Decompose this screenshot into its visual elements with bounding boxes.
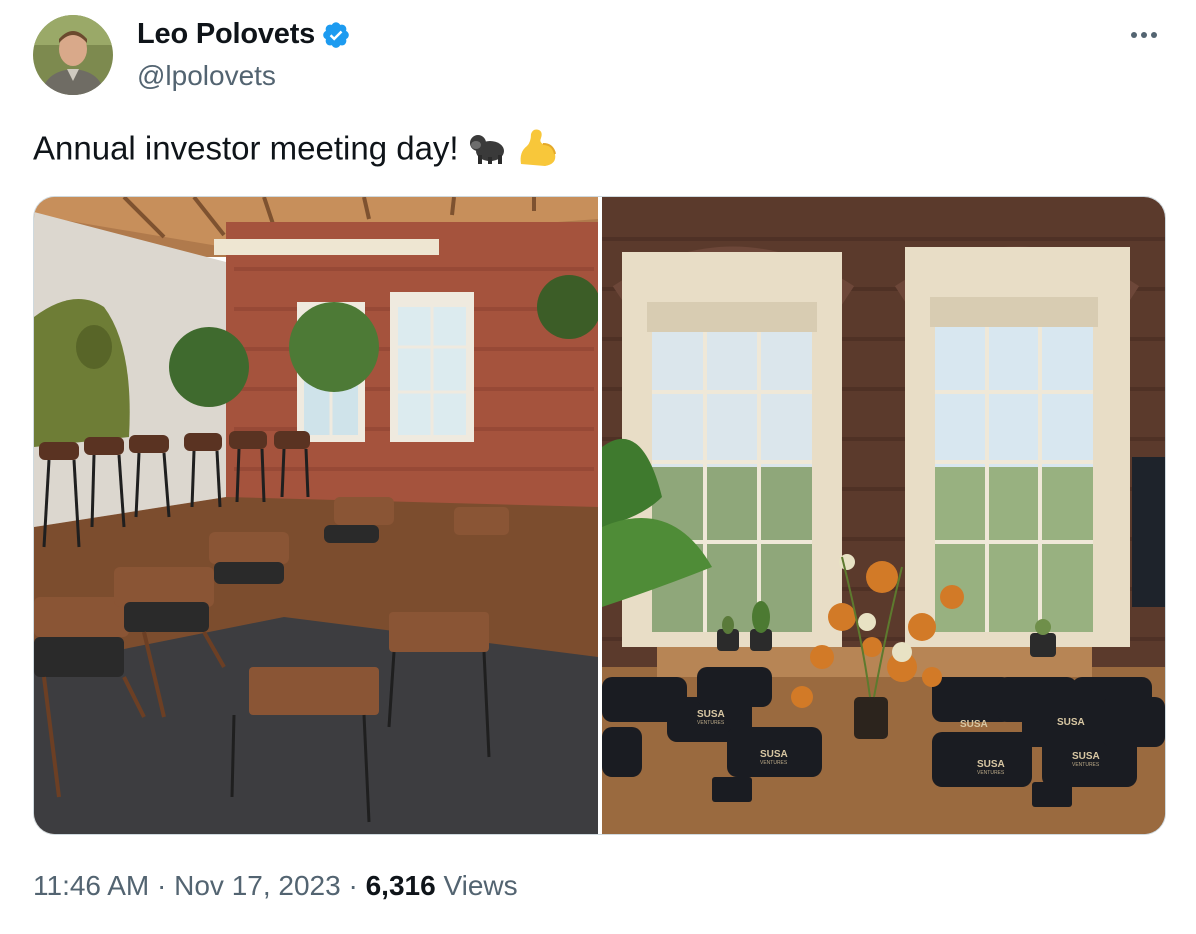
- tweet-text: Annual investor meeting day!: [33, 126, 559, 176]
- meta-separator: ·: [348, 870, 358, 901]
- bag-sublabel: VENTURES: [760, 760, 788, 766]
- bag-label: SUSA: [1072, 751, 1100, 762]
- bag-sublabel: VENTURES: [697, 720, 725, 726]
- bag-sublabel: VENTURES: [1072, 762, 1100, 768]
- views-label[interactable]: Views: [443, 870, 517, 901]
- gorilla-icon: [468, 129, 508, 173]
- bag-label: SUSA: [760, 749, 788, 760]
- tweet-body: Annual investor meeting day!: [33, 129, 459, 167]
- media-grid: SUSA SUSA SUSA SUSA SUSA SUSA VENTURES V…: [33, 196, 1166, 835]
- bag-label: SUSA: [697, 709, 725, 720]
- swag-table-photo[interactable]: SUSA SUSA SUSA SUSA SUSA SUSA VENTURES V…: [602, 197, 1165, 834]
- avatar[interactable]: [33, 15, 113, 95]
- verified-badge-icon[interactable]: [321, 20, 351, 50]
- meta-separator: ·: [157, 870, 167, 901]
- tweet-time[interactable]: 11:46 AM: [33, 870, 149, 901]
- author-handle[interactable]: @lpolovets: [137, 60, 276, 92]
- bag-label: SUSA: [1057, 717, 1085, 728]
- flexed-biceps-icon: [517, 126, 559, 176]
- bag-sublabel: VENTURES: [977, 770, 1005, 776]
- views-count[interactable]: 6,316: [366, 870, 436, 901]
- bag-label: SUSA: [977, 759, 1005, 770]
- more-options-icon[interactable]: [1126, 20, 1162, 50]
- tweet-date[interactable]: Nov 17, 2023: [174, 870, 341, 901]
- tweet-meta: 11:46 AM · Nov 17, 2023 · 6,316 Views: [33, 870, 518, 902]
- author-name-row[interactable]: Leo Polovets: [137, 18, 351, 51]
- bag-label: SUSA: [960, 719, 988, 730]
- author-display-name[interactable]: Leo Polovets: [137, 18, 315, 51]
- event-room-photo[interactable]: [34, 197, 598, 834]
